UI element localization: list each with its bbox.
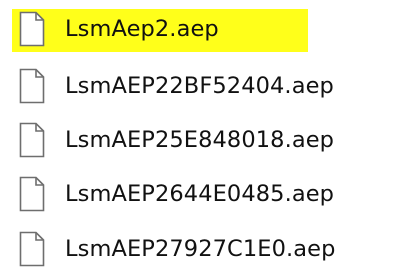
file-icon (19, 176, 45, 212)
file-name: LsmAep2.aep (65, 16, 219, 42)
file-name: LsmAEP27927C1E0.aep (65, 236, 336, 262)
file-list: LsmAep2.aep LsmAEP22BF52404.aep LsmAEP25… (0, 0, 393, 276)
file-icon (19, 11, 45, 47)
file-icon (19, 68, 45, 104)
file-name: LsmAEP2644E0485.aep (65, 181, 335, 207)
file-name: LsmAEP22BF52404.aep (65, 73, 334, 99)
file-icon (19, 122, 45, 158)
file-icon (19, 231, 45, 267)
file-name: LsmAEP25E848018.aep (65, 127, 335, 153)
